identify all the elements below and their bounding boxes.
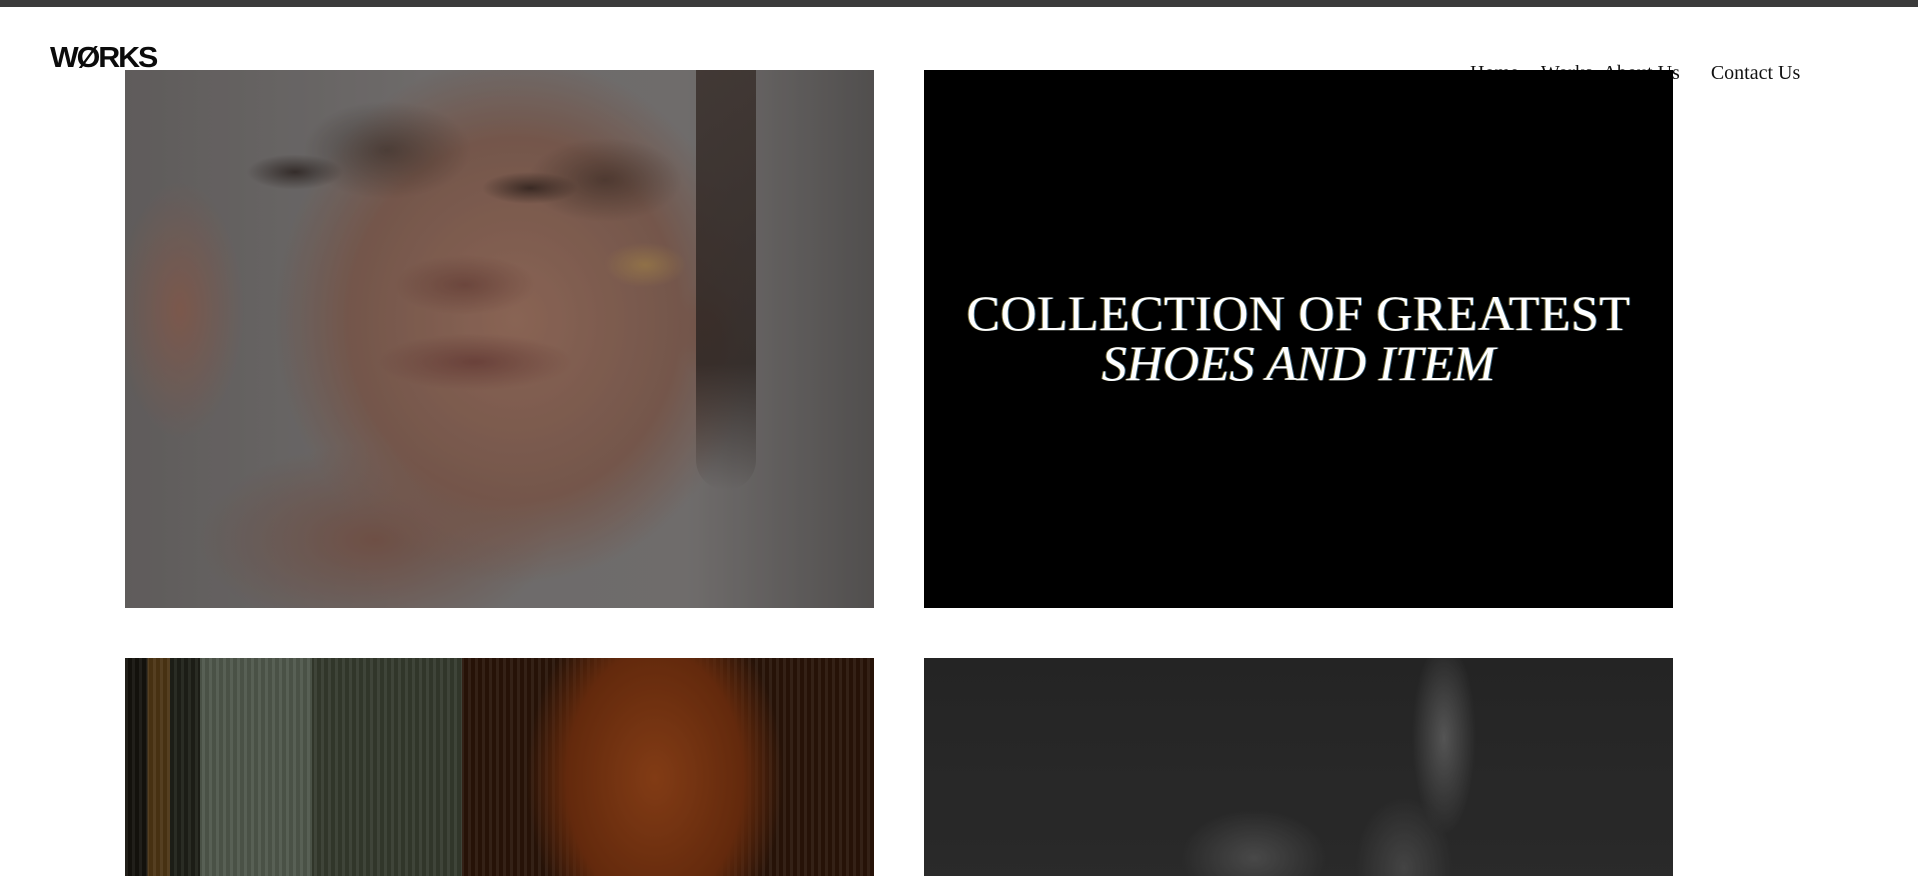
gallery-tile-collection[interactable]: COLLECTION OF GREATEST SHOES AND ITEM — [924, 70, 1673, 608]
chair-photo — [125, 658, 874, 876]
collection-heading-line2: SHOES AND ITEM — [1101, 335, 1496, 391]
portrait-hair-shape — [696, 70, 756, 490]
nav-contact-link[interactable]: Contact Us — [1711, 62, 1800, 85]
gallery-tile-dancer[interactable] — [924, 658, 1673, 876]
collection-heading-line1: COLLECTION OF GREATEST — [966, 285, 1631, 341]
top-bar — [0, 0, 1918, 7]
logo[interactable]: WØRKS — [50, 42, 158, 75]
dancer-photo — [924, 658, 1673, 876]
gallery-tile-portrait[interactable] — [125, 70, 874, 608]
portrait-photo — [125, 70, 874, 608]
page: WØRKS Home Works About Us Contact Us COL… — [0, 0, 1918, 876]
gallery-tile-chair[interactable] — [125, 658, 874, 876]
collection-heading: COLLECTION OF GREATEST SHOES AND ITEM — [924, 288, 1673, 388]
